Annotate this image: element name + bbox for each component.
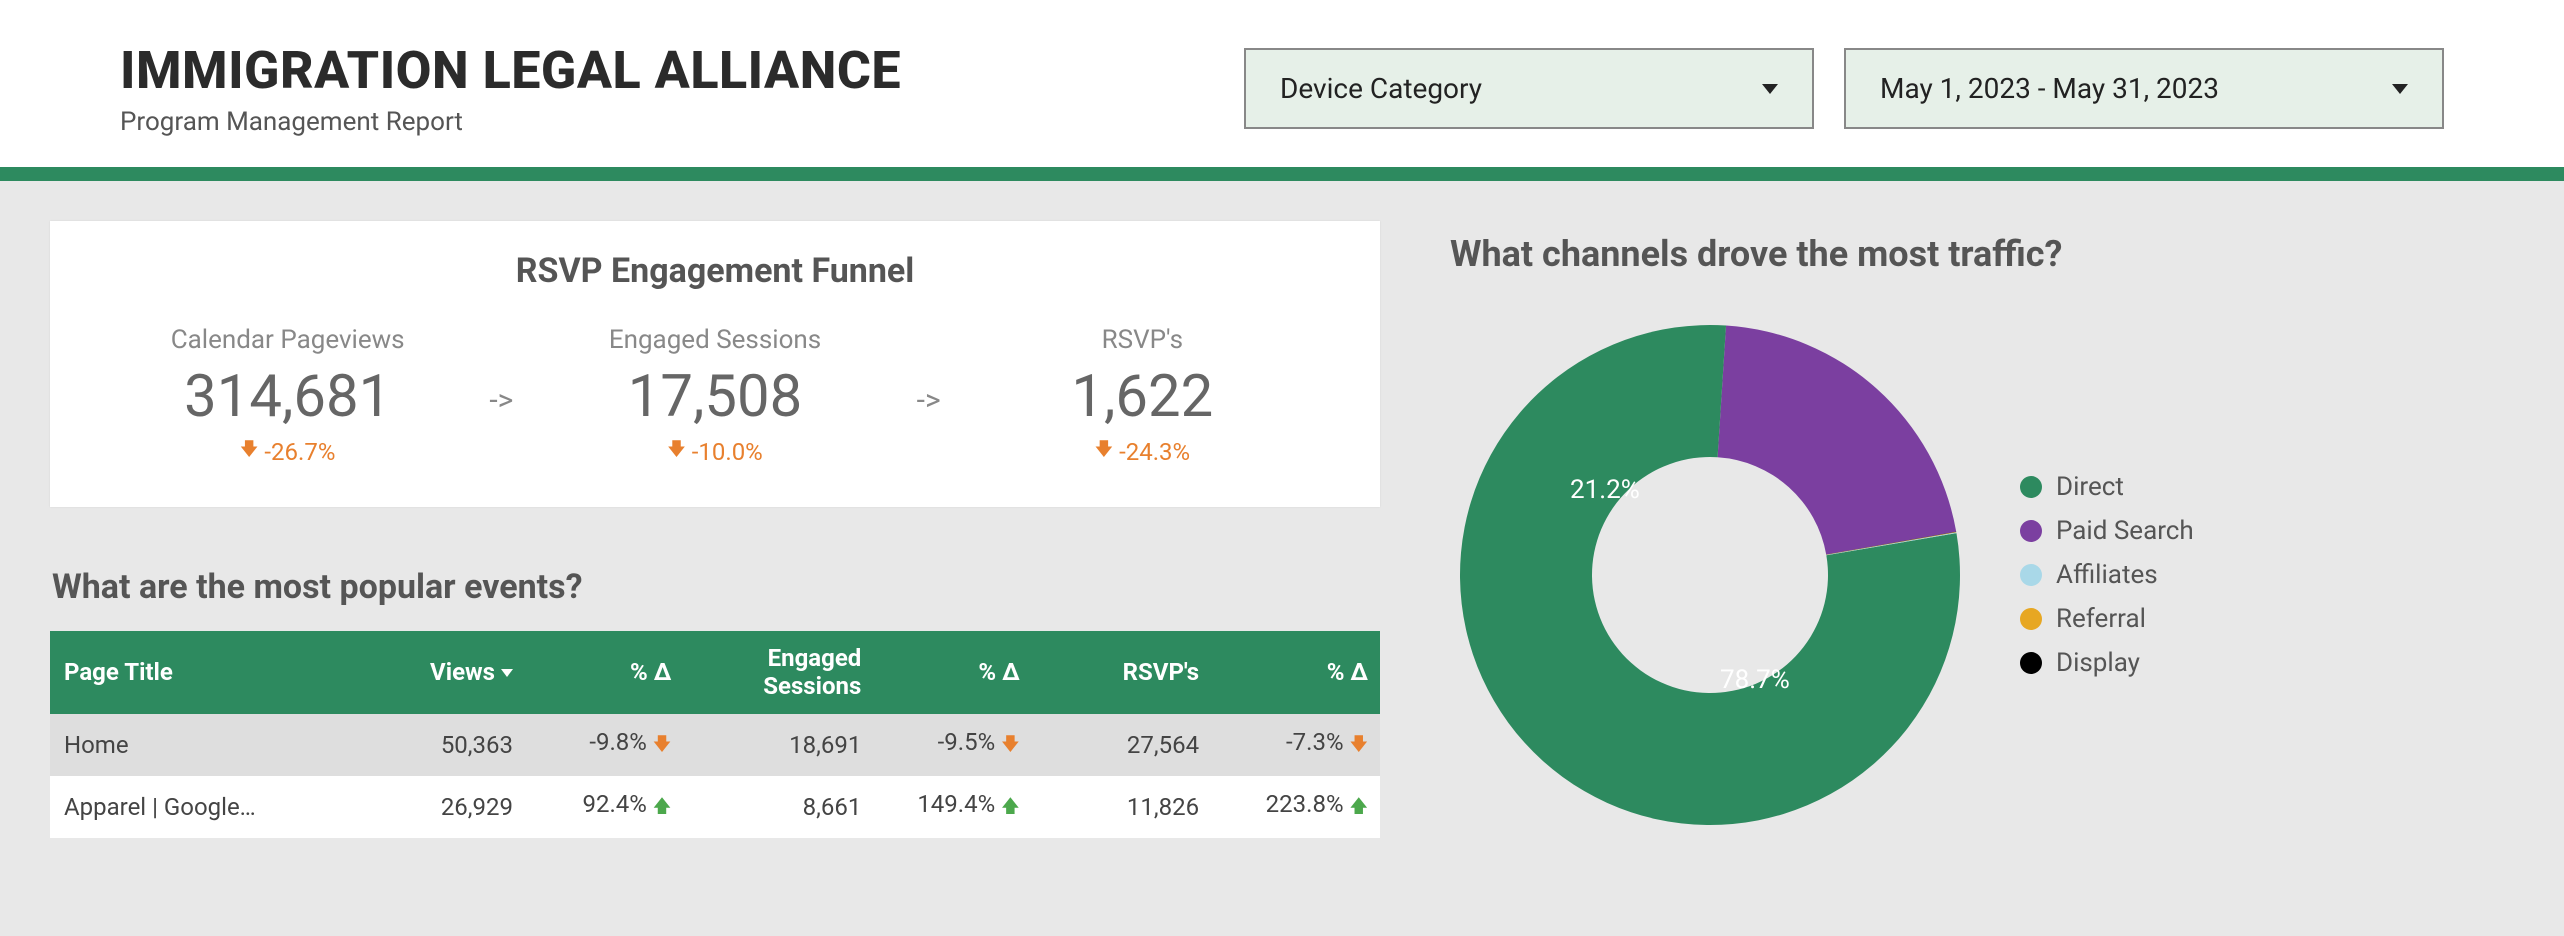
funnel-title: RSVP Engagement Funnel (90, 251, 1340, 291)
events-table-body: Home50,363-9.8% 🡇18,691-9.5% 🡇27,564-7.3… (50, 714, 1380, 838)
arrow-down-icon: 🡇 (653, 734, 672, 755)
arrow-down-icon: 🡇 (240, 437, 259, 467)
sort-desc-icon (501, 669, 513, 677)
cell-rsvp-delta: -7.3% 🡇 (1211, 714, 1380, 776)
events-table-head: Page Title Views % Δ Engaged Sessions % … (50, 631, 1380, 714)
arrow-down-icon: 🡇 (1001, 734, 1020, 755)
chevron-down-icon (2392, 84, 2408, 94)
funnel-row: Calendar Pageviews 314,681 🡇 -26.7% -> E… (90, 325, 1340, 467)
legend-item[interactable]: Display (2020, 648, 2194, 678)
arrow-up-icon: 🡅 (653, 796, 672, 817)
table-row[interactable]: Apparel | Google…26,92992.4% 🡅8,661149.4… (50, 776, 1380, 838)
donut-label-direct: 78.7% (1720, 665, 1790, 695)
legend-item[interactable]: Paid Search (2020, 516, 2194, 546)
col-engaged[interactable]: Engaged Sessions (683, 631, 873, 714)
funnel-arrow: -> (485, 383, 517, 418)
cell-views-delta: 92.4% 🡅 (525, 776, 683, 838)
report-header: IMMIGRATION LEGAL ALLIANCE Program Manag… (0, 0, 2564, 167)
delta-text: -10.0% (692, 438, 763, 466)
funnel-arrow: -> (913, 383, 945, 418)
date-range-dropdown[interactable]: May 1, 2023 - May 31, 2023 (1844, 48, 2444, 129)
funnel-step-pageviews: Calendar Pageviews 314,681 🡇 -26.7% (90, 325, 485, 467)
legend-label: Paid Search (2056, 516, 2194, 546)
col-page-title[interactable]: Page Title (50, 631, 346, 714)
content-area: RSVP Engagement Funnel Calendar Pageview… (0, 181, 2564, 878)
col-label: Sessions (763, 672, 861, 700)
legend-label: Direct (2056, 472, 2124, 502)
events-heading: What are the most popular events? (52, 567, 1380, 607)
cell-title: Apparel | Google… (50, 776, 346, 838)
funnel-step-rsvp: RSVP's 1,622 🡇 -24.3% (945, 325, 1340, 467)
col-views[interactable]: Views (346, 631, 525, 714)
funnel-step-delta: 🡇 -24.3% (1095, 437, 1191, 467)
arrow-down-icon: 🡇 (1095, 437, 1114, 467)
col-engaged-delta[interactable]: % Δ (873, 631, 1031, 714)
donut-svg (1450, 315, 1970, 835)
divider-bar (0, 167, 2564, 181)
cell-engaged-delta: 149.4% 🡅 (873, 776, 1031, 838)
events-table: Page Title Views % Δ Engaged Sessions % … (50, 631, 1380, 838)
legend-label: Referral (2056, 604, 2146, 634)
donut-slice[interactable] (1695, 315, 1956, 570)
donut-chart: 21.2% 78.7% (1450, 315, 1970, 835)
cell-views-delta: -9.8% 🡇 (525, 714, 683, 776)
funnel-card: RSVP Engagement Funnel Calendar Pageview… (50, 221, 1380, 507)
left-column: RSVP Engagement Funnel Calendar Pageview… (50, 221, 1380, 838)
legend-item[interactable]: Affiliates (2020, 560, 2194, 590)
right-column: What channels drove the most traffic? 21… (1450, 221, 2514, 838)
header-controls: Device Category May 1, 2023 - May 31, 20… (1244, 48, 2444, 129)
col-rsvp-delta[interactable]: % Δ (1211, 631, 1380, 714)
col-rsvp[interactable]: RSVP's (1032, 631, 1211, 714)
arrow-down-icon: 🡇 (667, 437, 686, 467)
col-label: Engaged (768, 644, 862, 672)
report-subtitle: Program Management Report (120, 107, 901, 137)
funnel-step-delta: 🡇 -10.0% (667, 437, 763, 467)
legend-item[interactable]: Direct (2020, 472, 2194, 502)
donut-slice[interactable] (1450, 315, 1970, 835)
funnel-step-value: 17,508 (517, 363, 912, 431)
funnel-step-value: 1,622 (945, 363, 1340, 431)
table-row[interactable]: Home50,363-9.8% 🡇18,691-9.5% 🡇27,564-7.3… (50, 714, 1380, 776)
report-title: IMMIGRATION LEGAL ALLIANCE (120, 40, 901, 101)
title-block: IMMIGRATION LEGAL ALLIANCE Program Manag… (120, 40, 901, 137)
funnel-step-label: RSVP's (945, 325, 1340, 355)
funnel-step-label: Engaged Sessions (517, 325, 912, 355)
cell-rsvp-delta: 223.8% 🡅 (1211, 776, 1380, 838)
cell-title: Home (50, 714, 346, 776)
cell-rsvp: 11,826 (1032, 776, 1211, 838)
donut-label-paid: 21.2% (1570, 475, 1640, 505)
delta-text: -26.7% (264, 438, 335, 466)
funnel-step-engaged: Engaged Sessions 17,508 🡇 -10.0% (517, 325, 912, 467)
legend-swatch (2020, 520, 2042, 542)
arrow-up-icon: 🡅 (1001, 796, 1020, 817)
legend-swatch (2020, 564, 2042, 586)
legend-swatch (2020, 476, 2042, 498)
delta-text: -24.3% (1119, 438, 1190, 466)
channels-heading: What channels drove the most traffic? (1450, 233, 2514, 275)
funnel-step-value: 314,681 (90, 363, 485, 431)
channels-legend: Direct Paid Search Affiliates Referral Displ… (2020, 472, 2194, 678)
legend-swatch (2020, 652, 2042, 674)
cell-views: 50,363 (346, 714, 525, 776)
arrow-up-icon: 🡅 (1349, 796, 1368, 817)
col-views-delta[interactable]: % Δ (525, 631, 683, 714)
device-category-dropdown[interactable]: Device Category (1244, 48, 1814, 129)
date-range-label: May 1, 2023 - May 31, 2023 (1880, 72, 2219, 105)
cell-rsvp: 27,564 (1032, 714, 1211, 776)
arrow-down-icon: 🡇 (1349, 734, 1368, 755)
funnel-step-delta: 🡇 -26.7% (240, 437, 336, 467)
cell-engaged-delta: -9.5% 🡇 (873, 714, 1031, 776)
cell-views: 26,929 (346, 776, 525, 838)
legend-item[interactable]: Referral (2020, 604, 2194, 634)
cell-engaged: 8,661 (683, 776, 873, 838)
legend-swatch (2020, 608, 2042, 630)
device-category-label: Device Category (1280, 72, 1482, 105)
chevron-down-icon (1762, 84, 1778, 94)
legend-label: Affiliates (2056, 560, 2158, 590)
legend-label: Display (2056, 648, 2140, 678)
col-label: Views (430, 658, 495, 686)
funnel-step-label: Calendar Pageviews (90, 325, 485, 355)
channels-chart-area: 21.2% 78.7% Direct Paid Search Affiliates R… (1450, 315, 2514, 835)
cell-engaged: 18,691 (683, 714, 873, 776)
